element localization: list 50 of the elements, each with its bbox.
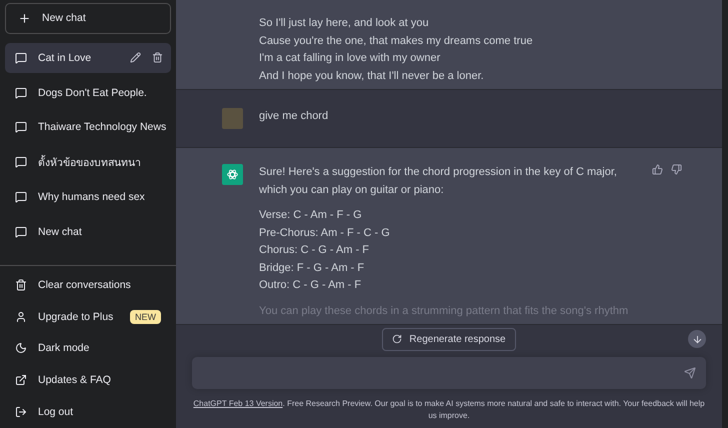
trash-icon bbox=[15, 278, 27, 291]
refresh-icon bbox=[392, 334, 402, 344]
message-line: Outro: C - G - Am - F bbox=[259, 278, 362, 293]
moon-icon bbox=[15, 342, 27, 354]
menu-item[interactable]: Updates & FAQ bbox=[5, 364, 171, 396]
version-link[interactable]: ChatGPT Feb 13 Version bbox=[193, 399, 283, 408]
chat-bubble-icon bbox=[15, 191, 27, 204]
conversation-item[interactable]: Why humans need sex bbox=[5, 182, 171, 212]
conversation-item[interactable]: New chat bbox=[5, 217, 171, 247]
assistant-avatar-icon bbox=[222, 164, 243, 185]
new-badge: NEW bbox=[130, 310, 161, 324]
message-line: Verse: C - Am - F - G bbox=[259, 208, 363, 223]
message-line: Chorus: C - G - Am - F bbox=[259, 243, 370, 258]
chat-bubble-icon bbox=[15, 52, 27, 64]
arrow-down-icon bbox=[692, 334, 702, 344]
scroll-down-button[interactable] bbox=[688, 330, 706, 348]
chat-bubble-icon bbox=[15, 156, 27, 168]
external-icon bbox=[15, 374, 27, 386]
conversation-item[interactable]: Thaiware Technology News bbox=[5, 112, 171, 142]
conversation-item[interactable]: Cat in Love bbox=[5, 42, 171, 73]
user-avatar-photo bbox=[222, 108, 243, 129]
plus-icon bbox=[18, 12, 31, 25]
trash-icon[interactable] bbox=[152, 52, 163, 64]
thumbs-down-icon[interactable] bbox=[671, 164, 682, 175]
message-input-field[interactable] bbox=[192, 357, 706, 389]
edit-icon[interactable] bbox=[130, 52, 141, 64]
menu-item[interactable]: Log out bbox=[5, 396, 171, 428]
chat-bubble-icon bbox=[15, 226, 27, 238]
message-line: I'm a cat falling in love with my owner bbox=[259, 51, 442, 66]
message-line: Bridge: F - G - Am - F bbox=[259, 260, 366, 276]
menu-item[interactable]: Dark mode bbox=[5, 332, 171, 364]
message-line: Cause you're the one, that makes my dreams come true bbox=[259, 34, 534, 48]
regenerate-button[interactable]: Regenerate response bbox=[382, 328, 516, 350]
chat-bubble-icon bbox=[15, 86, 27, 99]
message-line: Pre-Chorus: Am - F - C - G bbox=[259, 226, 391, 240]
conversation-item[interactable]: ตั้งหัวข้อของบทสนทนา bbox=[5, 147, 171, 178]
message-text: give me chord bbox=[259, 109, 330, 124]
new-chat-button[interactable]: New chat bbox=[5, 3, 171, 34]
message-text: Sure! Here's a suggestion for the chord progression in the key of C major, which you can play on guitar or piano: bbox=[259, 165, 618, 198]
menu-item[interactable]: Upgrade to Plus NEW bbox=[5, 300, 171, 333]
footer-note: ChatGPT Feb 13 Version. Free Research Preview. Our goal is to make AI systems more natural and safe to interact with. Your feedback will help us improve. bbox=[192, 398, 706, 422]
send-icon[interactable] bbox=[684, 367, 696, 379]
message-line: So I'll just lay here, and look at you bbox=[259, 16, 430, 31]
chat-bubble-icon bbox=[15, 121, 27, 134]
thumbs-up-icon[interactable] bbox=[652, 164, 663, 175]
conversation-item[interactable]: Dogs Don't Eat People. bbox=[5, 78, 171, 108]
user-icon bbox=[15, 310, 27, 323]
menu-item[interactable]: Clear conversations bbox=[5, 268, 171, 301]
logout-icon bbox=[15, 406, 27, 418]
message-line: And I hope you know, that I'll never be a loner. bbox=[259, 68, 485, 84]
